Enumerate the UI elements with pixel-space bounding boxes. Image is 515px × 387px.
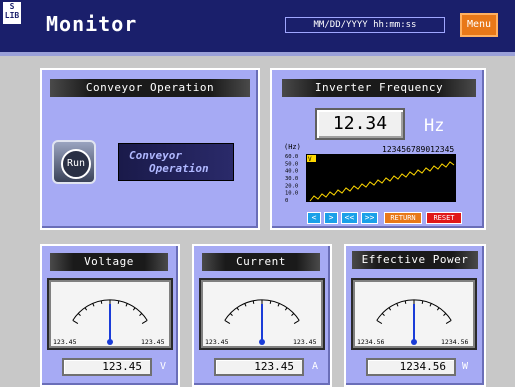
gauge-tick	[224, 319, 231, 325]
gauge-tick	[421, 300, 424, 304]
gauge-tick	[404, 300, 407, 304]
gauge-tick	[436, 307, 440, 311]
menu-button[interactable]: Menu	[460, 13, 498, 37]
voltage-needle-pivot	[107, 339, 113, 345]
graph-y-tick-label: 20.0	[285, 183, 298, 189]
graph-y-ticks: 60.050.0 40.030.020.0 10.00	[285, 154, 298, 204]
conveyor-label-line1: Conveyor	[129, 149, 182, 162]
datetime-display: MM/DD/YYYY hh:mm:ss	[285, 17, 445, 33]
gauge-tick	[376, 319, 383, 325]
graph-next-button[interactable]: >	[324, 212, 338, 224]
gauge-tick	[244, 303, 247, 307]
header-divider	[0, 52, 515, 56]
graph-y-tick-label: 60.0	[285, 154, 298, 160]
power-min-label: 1234.56	[357, 338, 384, 346]
conveyor-operation-indicator: Conveyor Operation	[118, 143, 234, 181]
gauge-tick	[141, 319, 148, 325]
graph-top-label: 123456789012345	[382, 145, 454, 154]
power-readout: 1234.56	[366, 358, 456, 376]
gauge-tick	[92, 303, 95, 307]
graph-y-tick-label: 30.0	[285, 176, 298, 182]
gauge-tick	[72, 319, 79, 325]
gauge-tick	[443, 313, 447, 316]
run-button[interactable]: Run	[52, 140, 96, 184]
gauge-tick	[236, 307, 240, 311]
graph-next-page-button[interactable]: >>	[361, 212, 378, 224]
current-max-label: 123.45	[293, 338, 317, 346]
voltage-max-label: 123.45	[141, 338, 165, 346]
gauge-tick	[277, 303, 280, 307]
graph-prev-page-button[interactable]: <<	[341, 212, 358, 224]
gauge-tick	[291, 313, 295, 316]
gauge-tick	[429, 303, 432, 307]
gauge-tick	[293, 319, 300, 325]
graph-y-tick-label: 10.0	[285, 191, 298, 197]
voltage-readout: 123.45	[62, 358, 152, 376]
voltage-gauge: 123.45 123.45	[53, 299, 165, 346]
conveyor-title: Conveyor Operation	[50, 79, 250, 97]
power-gauge: 1234.56 1234.56	[357, 299, 468, 346]
current-title: Current	[202, 253, 320, 271]
graph-return-button[interactable]: RETURN	[384, 212, 422, 224]
conveyor-label-line2: Operation	[149, 162, 209, 175]
frequency-trend-graph: (Hz) 123456789012345 60.050.0 40.030.020.…	[284, 143, 456, 204]
current-needle-pivot	[259, 339, 265, 345]
gauge-tick	[132, 307, 136, 311]
graph-reset-button[interactable]: RESET	[426, 212, 462, 224]
run-button-label: Run	[61, 149, 91, 179]
current-min-label: 123.45	[205, 338, 229, 346]
frequency-readout: 12.34	[315, 108, 405, 140]
gauge-tick	[284, 307, 288, 311]
power-meter: 1234.56 1234.56	[351, 278, 477, 350]
power-unit: W	[462, 361, 469, 372]
page-title: Monitor	[46, 12, 138, 36]
graph-y-tick-label: 50.0	[285, 161, 298, 167]
power-needle-pivot	[411, 339, 417, 345]
graph-y-tick-label: 40.0	[285, 169, 298, 175]
gauge-tick	[125, 303, 128, 307]
power-max-label: 1234.56	[441, 338, 468, 346]
inverter-title: Inverter Frequency	[282, 79, 476, 97]
frequency-unit: Hz	[424, 116, 445, 136]
voltage-min-label: 123.45	[53, 338, 77, 346]
current-gauge: 123.45 123.45	[205, 299, 317, 346]
logo-line-1: S	[9, 2, 15, 11]
graph-y-unit: (Hz)	[284, 143, 301, 151]
gauge-tick	[100, 300, 103, 304]
graph-first-button[interactable]: <	[307, 212, 321, 224]
gauge-tick	[396, 303, 399, 307]
graph-plot-area	[306, 154, 456, 202]
gauge-tick	[117, 300, 120, 304]
graph-y-tick-label: 0	[285, 198, 288, 204]
gauge-tick	[388, 307, 392, 311]
logo-line-2: LIB	[4, 11, 20, 20]
gauge-tick	[139, 313, 143, 316]
current-unit: A	[312, 361, 319, 372]
voltage-title: Voltage	[50, 253, 168, 271]
gauge-tick	[445, 319, 452, 325]
gauge-tick	[381, 313, 385, 316]
gauge-tick	[252, 300, 255, 304]
voltage-unit: V	[160, 361, 167, 372]
gauge-tick	[269, 300, 272, 304]
power-title: Effective Power	[352, 251, 478, 269]
gauge-tick	[84, 307, 88, 311]
voltage-meter: 123.45 123.45	[47, 278, 173, 350]
current-meter: 123.45 123.45	[199, 278, 325, 350]
app-logo: S LIB	[3, 2, 21, 24]
gauge-tick	[77, 313, 81, 316]
current-readout: 123.45	[214, 358, 304, 376]
gauge-tick	[229, 313, 233, 316]
graph-marker-label: V	[308, 156, 312, 163]
